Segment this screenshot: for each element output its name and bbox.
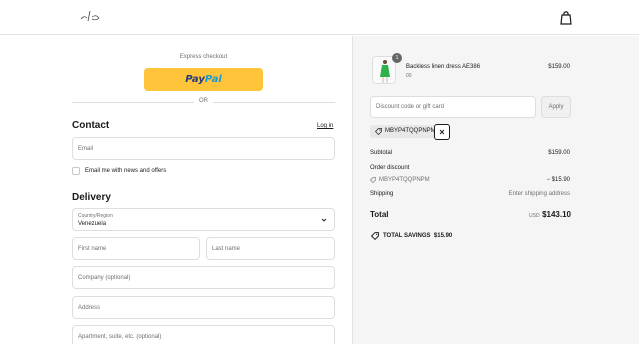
shipping-label: Shipping bbox=[370, 191, 394, 197]
apply-button[interactable]: Apply bbox=[541, 96, 571, 118]
apartment-placeholder: Apartment, suite, etc. (optional) bbox=[78, 333, 162, 340]
email-placeholder: Email bbox=[78, 145, 94, 152]
header bbox=[0, 0, 639, 35]
or-divider: OR bbox=[72, 97, 335, 107]
express-checkout-label: Express checkout bbox=[179, 54, 228, 60]
chevron-down-icon bbox=[321, 218, 327, 222]
country-select[interactable]: Country/Region Venezuela bbox=[72, 208, 335, 231]
newsletter-label: Email me with news and offers bbox=[85, 168, 167, 174]
country-label: Country/Region bbox=[78, 213, 113, 219]
product-price: $159.00 bbox=[548, 64, 570, 70]
login-link[interactable]: Log in bbox=[317, 123, 333, 129]
discount-value: − $15.90 bbox=[546, 177, 570, 183]
paypal-logo-part2: Pal bbox=[204, 74, 222, 85]
quantity-badge: 1 bbox=[392, 53, 402, 63]
paypal-logo-part1: Pay bbox=[185, 74, 205, 85]
shipping-value: Enter shipping address bbox=[508, 191, 570, 197]
order-discount-label: Order discount bbox=[370, 165, 410, 171]
apartment-field[interactable]: Apartment, suite, etc. (optional) bbox=[72, 325, 335, 344]
savings-label: TOTAL SAVINGS bbox=[383, 233, 431, 239]
product-name: Backless linen dress AE386 bbox=[406, 64, 481, 70]
contact-heading: Contact bbox=[72, 120, 110, 131]
subtotal-value: $159.00 bbox=[548, 150, 570, 156]
applied-discount-tag: MBYP4TQQPNPM bbox=[370, 125, 436, 138]
brand-logo-icon[interactable] bbox=[79, 9, 101, 23]
delivery-heading: Delivery bbox=[72, 192, 111, 203]
subtotal-label: Subtotal bbox=[370, 150, 393, 156]
company-placeholder: Company (optional) bbox=[78, 274, 131, 281]
remove-discount-button[interactable] bbox=[434, 124, 450, 140]
email-field[interactable]: Email bbox=[72, 137, 335, 160]
country-value: Venezuela bbox=[78, 221, 107, 227]
first-name-field[interactable]: First name bbox=[72, 237, 200, 260]
applied-code-text: MBYP4TQQPNPM bbox=[385, 128, 436, 134]
close-icon bbox=[439, 129, 445, 135]
savings-value: $15.90 bbox=[433, 233, 453, 239]
paypal-button[interactable]: Pay Pal bbox=[144, 68, 263, 91]
total-savings: TOTAL SAVINGS $15.90 bbox=[383, 233, 452, 239]
newsletter-checkbox[interactable] bbox=[72, 167, 80, 175]
discount-code-input[interactable]: Discount code or gift card bbox=[370, 96, 536, 118]
company-field[interactable]: Company (optional) bbox=[72, 266, 335, 289]
last-name-field[interactable]: Last name bbox=[206, 237, 335, 260]
discount-code-label: MBYP4TQQPNPM bbox=[379, 177, 430, 183]
discount-placeholder: Discount code or gift card bbox=[376, 104, 445, 110]
first-name-placeholder: First name bbox=[78, 245, 107, 252]
last-name-placeholder: Last name bbox=[212, 245, 241, 252]
total-label: Total bbox=[370, 210, 389, 219]
savings-tag-icon bbox=[371, 232, 379, 240]
checkout-form: Express checkout Pay Pal OR Contact Log i… bbox=[0, 36, 352, 344]
address-field[interactable]: Address bbox=[72, 296, 335, 319]
tag-icon bbox=[375, 128, 382, 135]
total-value: $143.10 bbox=[542, 210, 571, 219]
order-summary: 1 Backless linen dress AE386 00 $159.00 … bbox=[352, 36, 639, 344]
shopping-bag-icon[interactable] bbox=[559, 10, 573, 25]
product-variant: 00 bbox=[406, 73, 412, 79]
address-placeholder: Address bbox=[78, 304, 101, 311]
currency-code: USD bbox=[529, 213, 540, 219]
tag-icon bbox=[370, 177, 376, 183]
or-text: OR bbox=[199, 98, 208, 104]
